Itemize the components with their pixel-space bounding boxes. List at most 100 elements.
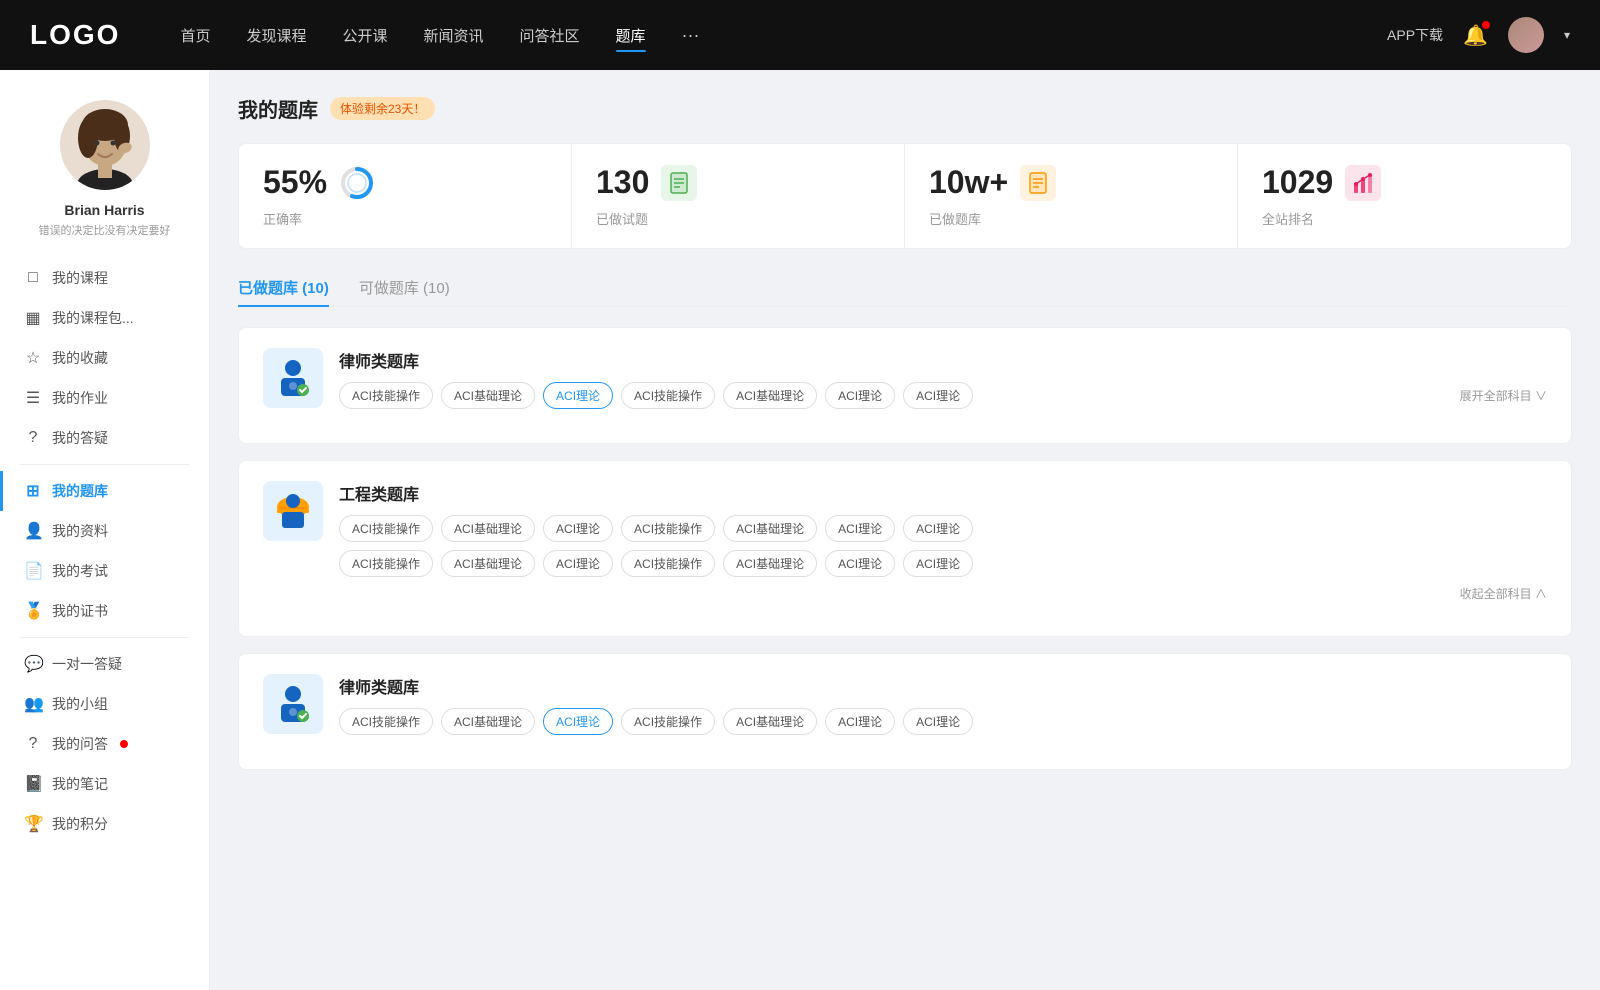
qbank-2-r1-tag-5[interactable]: ACI理论 [825,515,895,542]
accuracy-donut-chart [339,165,375,201]
sidebar-item-my-notes[interactable]: 📓 我的笔记 [0,764,209,804]
qbank-card-1: 律师类题库 ACI技能操作 ACI基础理论 ACI理论 ACI技能操作 ACI基… [238,327,1572,444]
sidebar-item-my-exams[interactable]: 📄 我的考试 [0,551,209,591]
avatar-chevron-icon[interactable]: ▾ [1564,28,1570,42]
qbank-1-tag-0[interactable]: ACI技能操作 [339,382,433,409]
qbank-1-tag-6[interactable]: ACI理论 [903,382,973,409]
questions-badge [120,740,128,748]
stat-done-banks-value: 10w+ [929,164,1008,201]
stat-accuracy: 55% 正确率 [239,144,572,248]
qbank-1-tag-1[interactable]: ACI基础理论 [441,382,535,409]
nav-qbank[interactable]: 题库 [616,25,646,46]
done-banks-icon-box [1020,165,1056,201]
qbank-card-2: 工程类题库 ACI技能操作 ACI基础理论 ACI理论 ACI技能操作 ACI基… [238,460,1572,637]
qbank-2-r2-tag-4[interactable]: ACI基础理论 [723,550,817,577]
qbank-3-tag-0[interactable]: ACI技能操作 [339,708,433,735]
avatar-image [1508,17,1544,53]
sidebar-item-course-packages[interactable]: ▦ 我的课程包... [0,298,209,338]
nav-home[interactable]: 首页 [180,25,210,46]
page-header: 我的题库 体验剩余23天！ [238,94,1572,123]
qbank-3-tag-4[interactable]: ACI基础理论 [723,708,817,735]
qbank-2-r2-tag-3[interactable]: ACI技能操作 [621,550,715,577]
qbank-3-tag-2[interactable]: ACI理论 [543,708,613,735]
sidebar-item-qa[interactable]: ? 我的答疑 [0,418,209,458]
qbank-1-tag-2[interactable]: ACI理论 [543,382,613,409]
favorites-icon: ☆ [24,348,42,368]
qbank-3-tag-1[interactable]: ACI基础理论 [441,708,535,735]
qbank-2-r1-tag-4[interactable]: ACI基础理论 [723,515,817,542]
sidebar-item-my-group[interactable]: 👥 我的小组 [0,684,209,724]
qbank-3-icon [263,674,323,734]
qbank-2-r2-tag-1[interactable]: ACI基础理论 [441,550,535,577]
nav-qa[interactable]: 问答社区 [520,25,580,46]
navbar: LOGO 首页 发现课程 公开课 新闻资讯 问答社区 题库 ··· APP下载 … [0,0,1600,70]
qbank-2-r1-tag-0[interactable]: ACI技能操作 [339,515,433,542]
user-avatar[interactable] [1508,17,1544,53]
nav-right: APP下载 🔔 ▾ [1387,17,1570,53]
stat-site-rank-value: 1029 [1262,164,1333,201]
qbank-2-collapse[interactable]: 收起全部科目 ∧ [339,585,1547,602]
nav-news[interactable]: 新闻资讯 [424,25,484,46]
qbank-1-tag-4[interactable]: ACI基础理论 [723,382,817,409]
my-notes-label: 我的笔记 [52,774,108,794]
qbank-1-tags-wrap: 律师类题库 ACI技能操作 ACI基础理论 ACI理论 ACI技能操作 ACI基… [339,348,1547,409]
qbank-2-r1-tag-3[interactable]: ACI技能操作 [621,515,715,542]
qbank-2-r1-tag-6[interactable]: ACI理论 [903,515,973,542]
sidebar-item-my-points[interactable]: 🏆 我的积分 [0,804,209,844]
logo[interactable]: LOGO [30,19,120,51]
stat-done-banks: 10w+ 已做题库 [905,144,1238,248]
nav-more[interactable]: ··· [682,25,700,46]
my-group-icon: 👥 [24,694,42,714]
stat-accuracy-top: 55% [263,164,547,201]
qbank-1-tag-5[interactable]: ACI理论 [825,382,895,409]
sidebar-item-certificates[interactable]: 🏅 我的证书 [0,591,209,631]
qbank-2-tags-row2: ACI技能操作 ACI基础理论 ACI理论 ACI技能操作 ACI基础理论 AC… [339,550,1547,577]
page-wrapper: Brian Harris 错误的决定比没有决定要好 □ 我的课程 ▦ 我的课程包… [0,70,1600,990]
favorites-label: 我的收藏 [52,348,108,368]
app-download-button[interactable]: APP下载 [1387,25,1443,45]
qbank-2-r2-tag-6[interactable]: ACI理论 [903,550,973,577]
qbank-3-tag-5[interactable]: ACI理论 [825,708,895,735]
qbank-2-r2-tag-2[interactable]: ACI理论 [543,550,613,577]
qbank-1-tag-3[interactable]: ACI技能操作 [621,382,715,409]
my-points-label: 我的积分 [52,814,108,834]
sidebar-item-my-courses[interactable]: □ 我的课程 [0,258,209,298]
qbank-2-r1-tag-1[interactable]: ACI基础理论 [441,515,535,542]
certificates-label: 我的证书 [52,601,108,621]
qbank-2-r2-tag-0[interactable]: ACI技能操作 [339,550,433,577]
sidebar-item-homework[interactable]: ☰ 我的作业 [0,378,209,418]
sidebar-item-favorites[interactable]: ☆ 我的收藏 [0,338,209,378]
qbank-1-tags: ACI技能操作 ACI基础理论 ACI理论 ACI技能操作 ACI基础理论 AC… [339,382,1547,409]
sidebar-item-my-questions[interactable]: ? 我的问答 [0,724,209,764]
nav-discover[interactable]: 发现课程 [246,25,306,46]
my-courses-icon: □ [24,269,42,287]
qbank-card-3: 律师类题库 ACI技能操作 ACI基础理论 ACI理论 ACI技能操作 ACI基… [238,653,1572,770]
sidebar-divider-1 [20,464,189,465]
trial-badge: 体验剩余23天！ [330,97,435,120]
nav-public[interactable]: 公开课 [342,25,387,46]
my-qbank-icon: ⊞ [24,481,42,501]
stat-site-rank: 1029 全站排名 [1238,144,1571,248]
qbank-3-tag-3[interactable]: ACI技能操作 [621,708,715,735]
qbank-1-expand[interactable]: 展开全部科目 ∨ [1460,387,1547,404]
notification-bell[interactable]: 🔔 [1463,23,1488,48]
tab-todo[interactable]: 可做题库 (10) [359,269,450,306]
certificates-icon: 🏅 [24,601,42,621]
sidebar-item-my-qbank[interactable]: ⊞ 我的题库 [0,471,209,511]
sidebar-item-one-on-one[interactable]: 💬 一对一答疑 [0,644,209,684]
qbank-2-r2-tag-5[interactable]: ACI理论 [825,550,895,577]
orange-doc-icon [1027,172,1049,194]
qbank-3-tag-6[interactable]: ACI理论 [903,708,973,735]
my-profile-icon: 👤 [24,521,42,541]
qbank-2-title: 工程类题库 [339,481,1547,505]
qbank-2-r1-tag-2[interactable]: ACI理论 [543,515,613,542]
stat-done-questions-value: 130 [596,164,649,201]
qbank-2-tags-wrap: 工程类题库 ACI技能操作 ACI基础理论 ACI理论 ACI技能操作 ACI基… [339,481,1547,602]
qbank-3-title: 律师类题库 [339,674,1547,698]
tab-done[interactable]: 已做题库 (10) [238,269,329,306]
sidebar-item-my-profile[interactable]: 👤 我的资料 [0,511,209,551]
lawyer-svg-1 [269,354,317,402]
main-content: 我的题库 体验剩余23天！ 55% 正确率 130 [210,70,1600,990]
my-questions-label: 我的问答 [52,734,108,754]
qbank-1-title: 律师类题库 [339,348,1547,372]
